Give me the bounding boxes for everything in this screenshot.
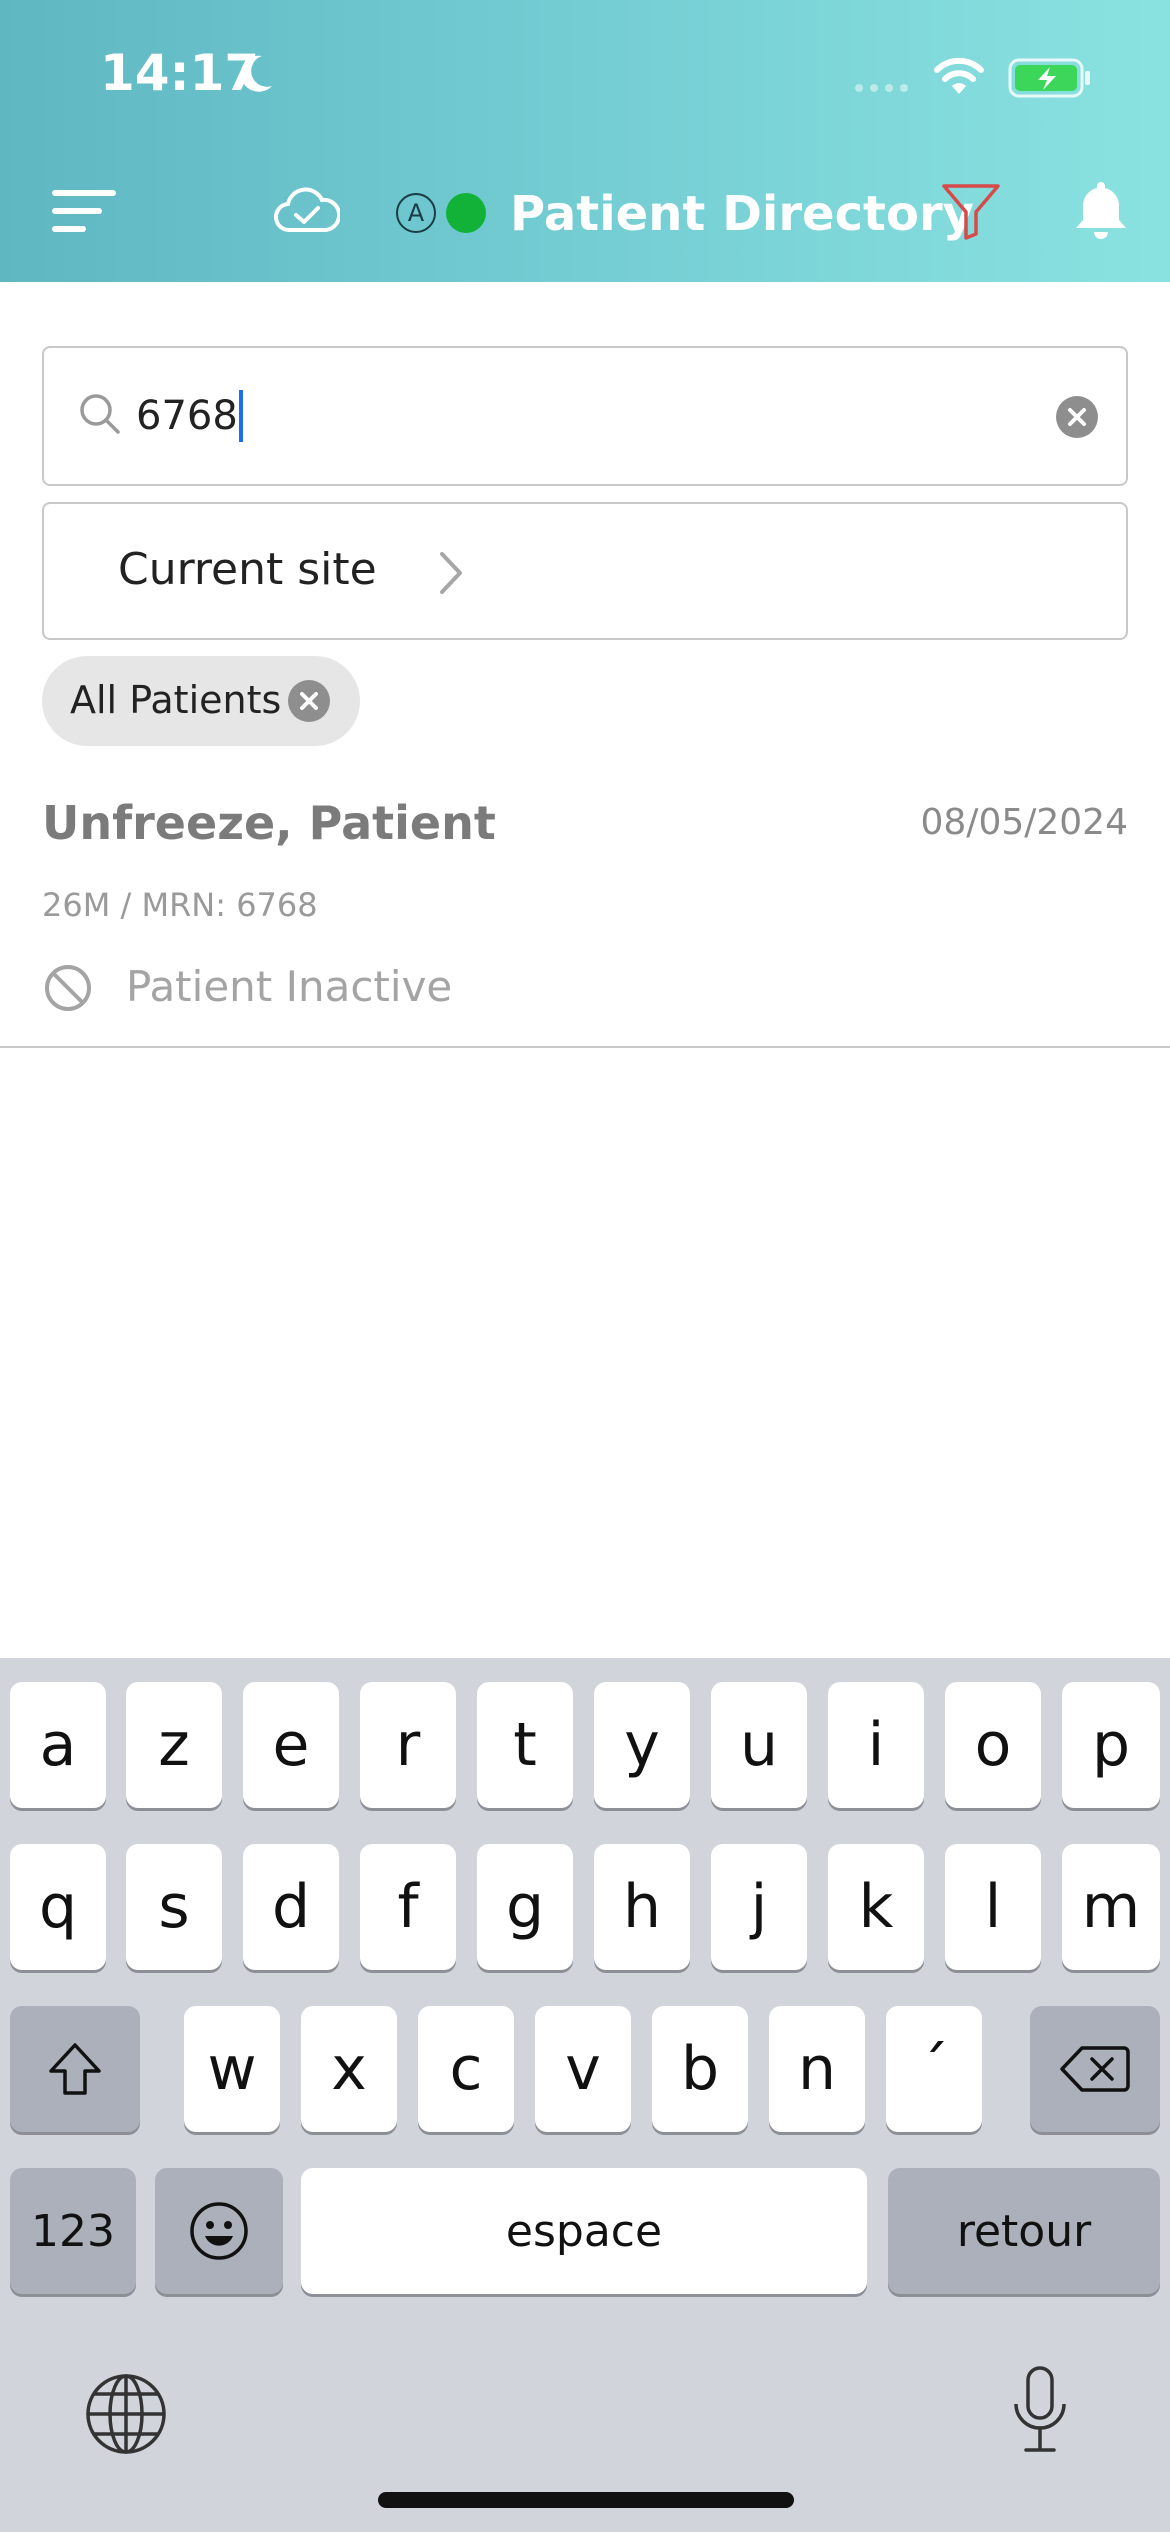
account-badge: A [396, 193, 436, 233]
search-text: 6768 [136, 393, 238, 439]
return-key[interactable]: retour [888, 2168, 1160, 2294]
shift-icon [49, 2043, 101, 2095]
numbers-key[interactable]: 123 [10, 2168, 136, 2294]
patient-date: 08/05/2024 [920, 802, 1129, 843]
key-f[interactable]: f [360, 1844, 456, 1970]
key-w[interactable]: w [184, 2006, 280, 2132]
search-icon [80, 394, 120, 434]
key-n[interactable]: n [769, 2006, 865, 2132]
key-d[interactable]: d [243, 1844, 339, 1970]
patient-status: Patient Inactive [126, 962, 453, 1011]
menu-button[interactable] [50, 186, 120, 236]
key-g[interactable]: g [477, 1844, 573, 1970]
globe-icon[interactable] [84, 2372, 168, 2456]
microphone-icon[interactable] [1010, 2364, 1070, 2456]
signal-icon [855, 84, 908, 92]
clear-search-button[interactable] [1056, 396, 1098, 438]
filter-icon [942, 184, 1000, 240]
filter-button[interactable] [940, 180, 1002, 242]
patient-name: Unfreeze, Patient [42, 796, 496, 850]
remove-filter-button[interactable] [288, 680, 330, 722]
emoji-icon [190, 2202, 248, 2260]
key-y[interactable]: y [594, 1682, 690, 1808]
blocked-icon [45, 965, 91, 1011]
key-o[interactable]: o [945, 1682, 1041, 1808]
key-acute-accent[interactable]: ´ [886, 2006, 982, 2132]
backspace-key[interactable] [1030, 2006, 1160, 2132]
shift-key[interactable] [10, 2006, 140, 2132]
chevron-right-icon [440, 552, 462, 594]
key-q[interactable]: q [10, 1844, 106, 1970]
filter-chip-label: All Patients [70, 678, 282, 722]
moon-icon [240, 55, 272, 92]
key-k[interactable]: k [828, 1844, 924, 1970]
site-selector[interactable]: Current site [42, 502, 1128, 640]
key-b[interactable]: b [652, 2006, 748, 2132]
bell-icon [1076, 182, 1126, 239]
site-selector-label: Current site [118, 544, 377, 595]
backspace-icon [1060, 2046, 1130, 2092]
cloud-check-icon [274, 187, 342, 233]
key-p[interactable]: p [1062, 1682, 1160, 1808]
key-l[interactable]: l [945, 1844, 1041, 1970]
key-j[interactable]: j [711, 1844, 807, 1970]
key-i[interactable]: i [828, 1682, 924, 1808]
key-m[interactable]: m [1062, 1844, 1160, 1970]
page-title: Patient Directory [510, 186, 974, 242]
patient-meta: 26M / MRN: 6768 [42, 886, 318, 924]
text-cursor [238, 390, 243, 442]
notifications-button[interactable] [1070, 176, 1132, 242]
online-status-indicator [446, 193, 486, 233]
close-icon [1068, 408, 1086, 426]
key-r[interactable]: r [360, 1682, 456, 1808]
key-a[interactable]: a [10, 1682, 106, 1808]
onscreen-keyboard: a z e r t y u i o p q s d f g h j k l m … [0, 1658, 1170, 2532]
key-u[interactable]: u [711, 1682, 807, 1808]
key-t[interactable]: t [477, 1682, 573, 1808]
search-input[interactable]: 6768 [42, 346, 1128, 486]
app-header: 14:17 A Patient Directory [0, 0, 1170, 282]
key-x[interactable]: x [301, 2006, 397, 2132]
key-s[interactable]: s [126, 1844, 222, 1970]
filter-chip-all-patients[interactable]: All Patients [42, 656, 360, 746]
close-icon [300, 692, 318, 710]
wifi-icon [934, 57, 984, 94]
key-z[interactable]: z [126, 1682, 222, 1808]
emoji-key[interactable] [155, 2168, 283, 2294]
space-key[interactable]: espace [301, 2168, 867, 2294]
patient-list-item[interactable]: Unfreeze, Patient 08/05/2024 26M / MRN: … [0, 780, 1170, 1048]
key-h[interactable]: h [594, 1844, 690, 1970]
sync-button[interactable] [274, 184, 342, 236]
key-e[interactable]: e [243, 1682, 339, 1808]
home-indicator [378, 2492, 794, 2508]
menu-icon [52, 190, 116, 232]
search-value: 6768 [136, 390, 243, 442]
key-c[interactable]: c [418, 2006, 514, 2132]
key-v[interactable]: v [535, 2006, 631, 2132]
battery-charging-icon [1008, 58, 1090, 98]
